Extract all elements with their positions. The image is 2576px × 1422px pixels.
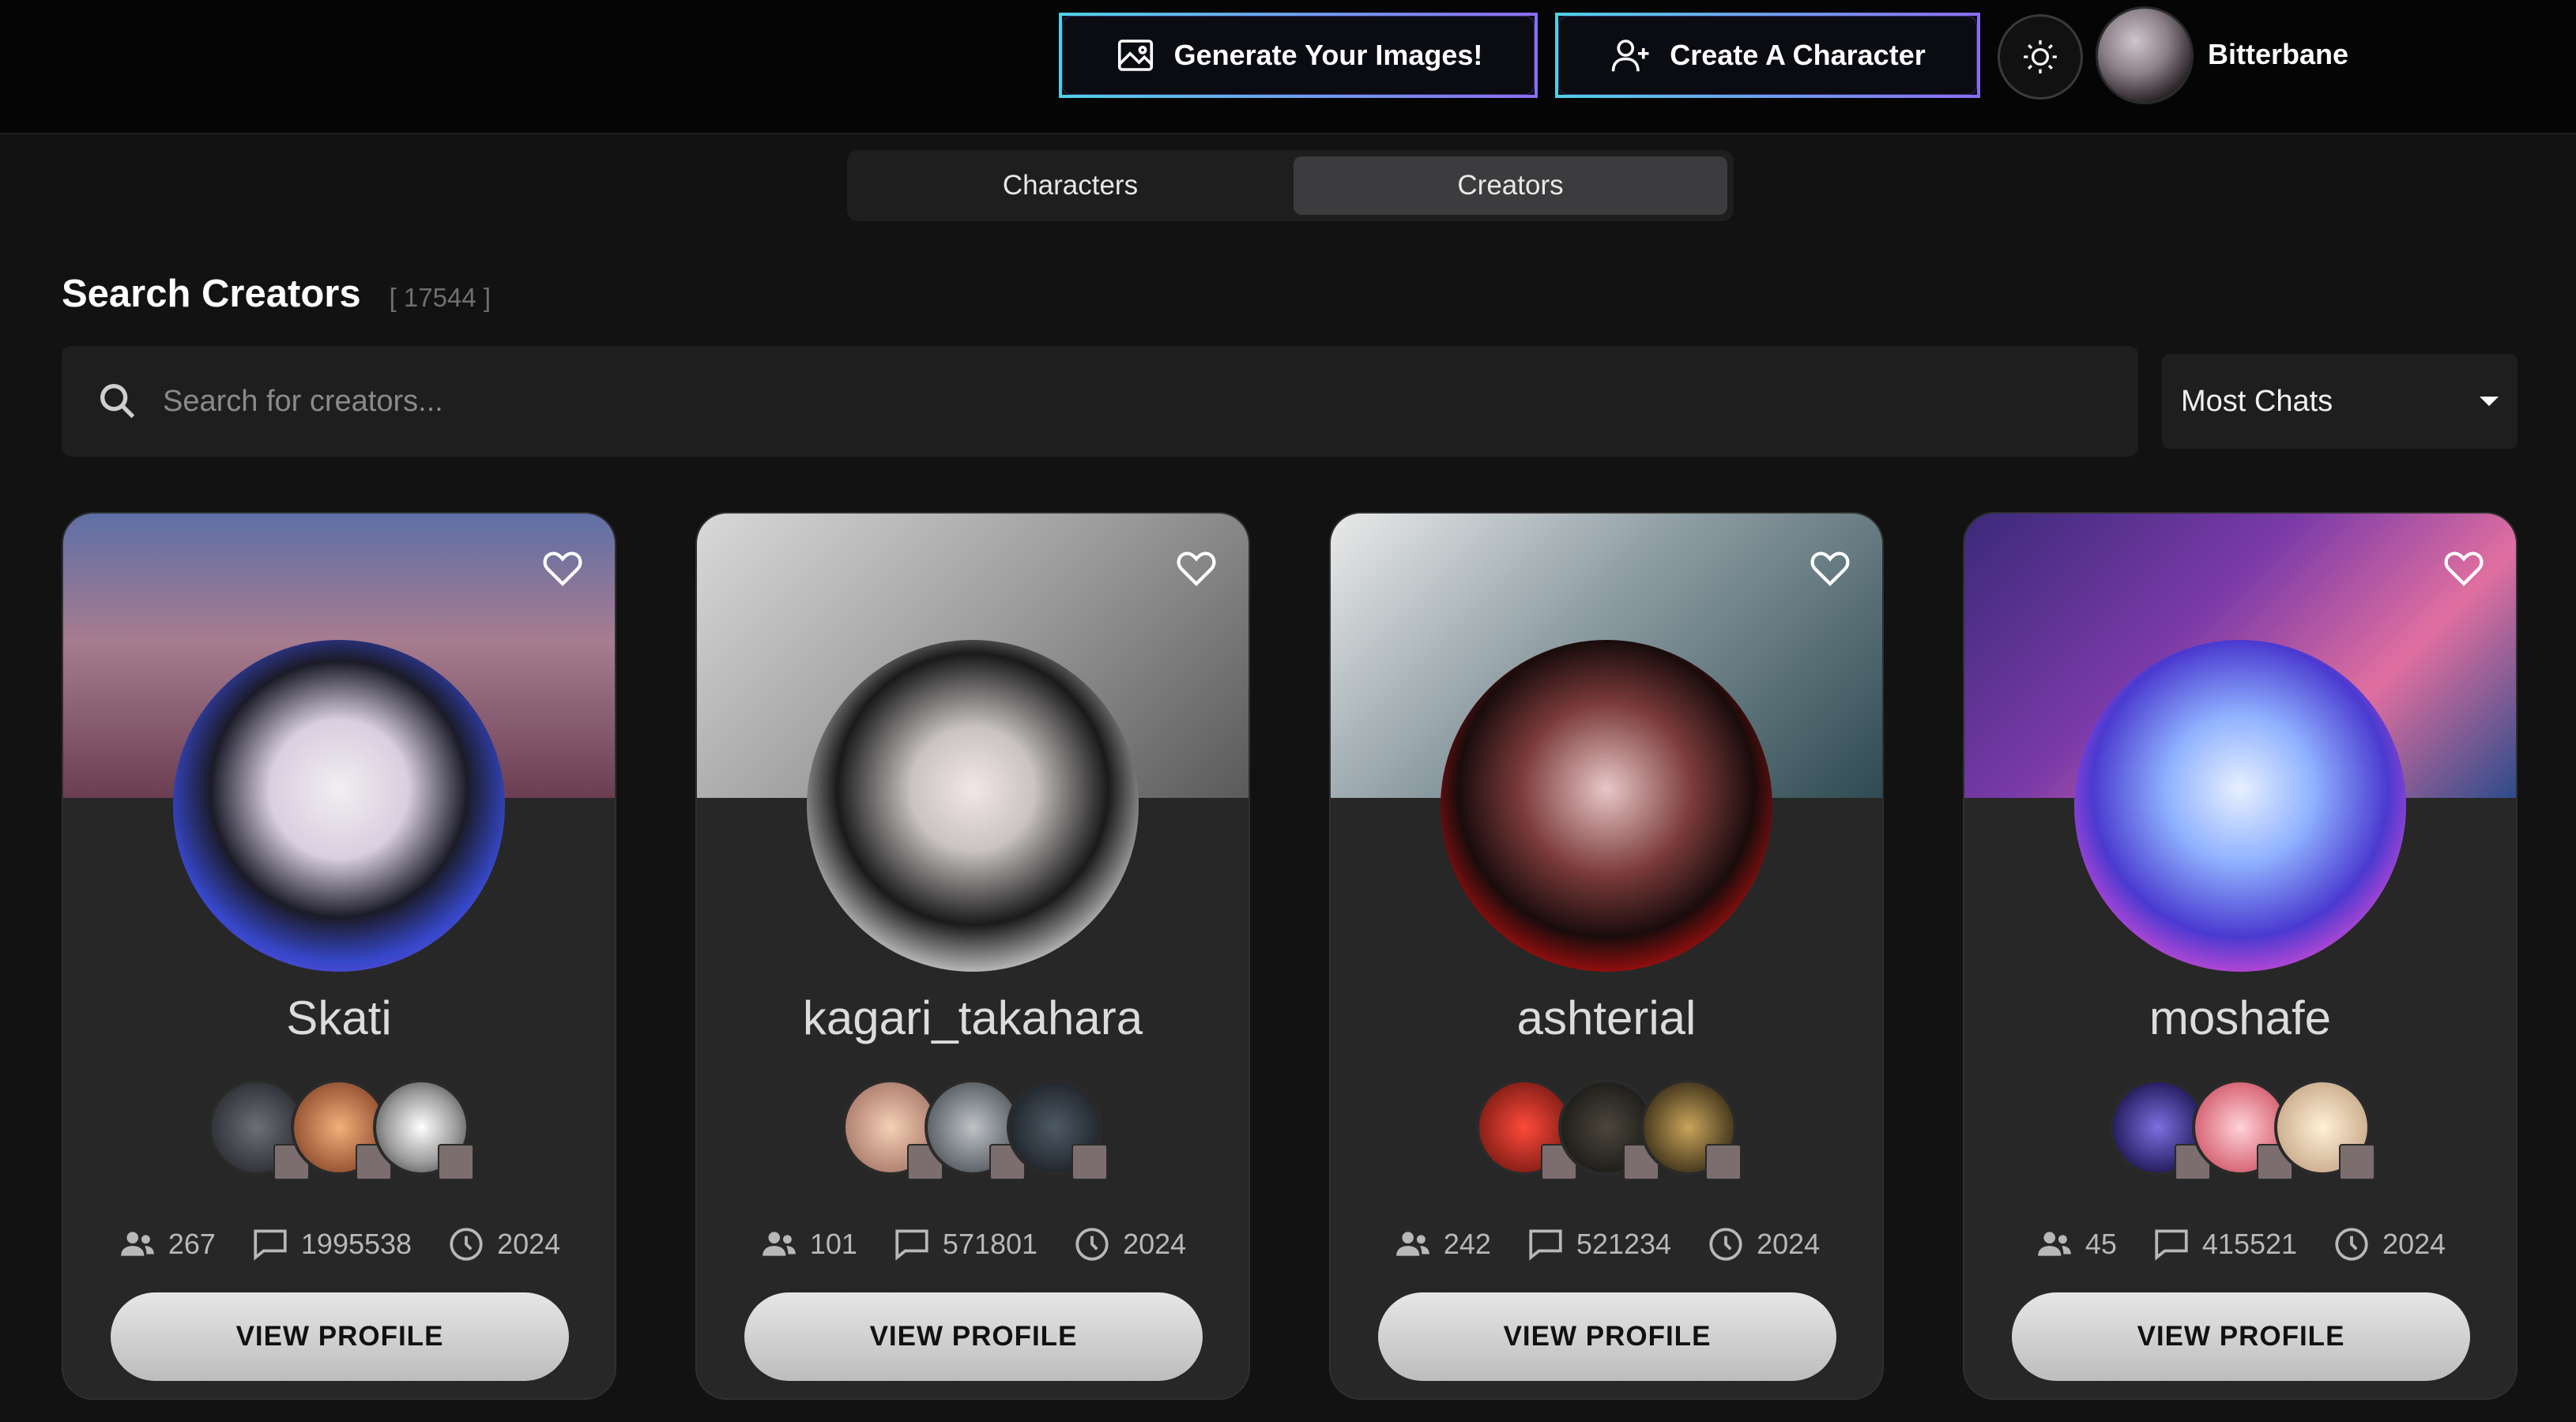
chats-count: 415521 [2201, 1228, 2298, 1260]
creator-stats: 101 571801 2024 [697, 1224, 1248, 1264]
tab-creators[interactable]: Creators [1294, 156, 1727, 215]
search-bar [62, 346, 2138, 457]
creator-avatar[interactable] [1441, 640, 1772, 972]
heart-icon[interactable] [540, 545, 585, 589]
year-stat: 2024 [1706, 1224, 1820, 1264]
chat-icon [254, 1229, 287, 1261]
year-stat: 2024 [1072, 1224, 1186, 1264]
mode-tabs: Characters Creators [847, 150, 1734, 221]
followers-stat: 267 [118, 1224, 216, 1264]
year-value: 2024 [2382, 1228, 2446, 1260]
character-thumbnail[interactable] [1007, 1079, 1108, 1180]
chats-stat: 571801 [892, 1224, 1038, 1264]
clock-icon [1709, 1228, 1742, 1261]
sort-dropdown[interactable]: Most Chats [2162, 354, 2518, 449]
heart-icon[interactable] [1174, 545, 1218, 589]
creator-card: kagari_takahara 101 571801 2024 VIEW PRO… [695, 512, 1250, 1400]
chats-count: 1995538 [300, 1228, 412, 1260]
view-profile-button[interactable]: VIEW PROFILE [1378, 1292, 1836, 1381]
image-icon [1117, 40, 1153, 71]
creator-name: moshafe [2149, 991, 2332, 1044]
followers-stat: 242 [1393, 1224, 1491, 1264]
character-thumbnail[interactable] [2274, 1079, 2375, 1180]
followers-count: 45 [2085, 1228, 2117, 1260]
chats-stat: 521234 [1526, 1224, 1671, 1264]
user-avatar[interactable] [2096, 6, 2194, 104]
character-previews [1476, 1079, 1742, 1180]
creator-card: moshafe 45 415521 2024 VIEW PROFILE [1963, 512, 2518, 1400]
view-profile-button[interactable]: VIEW PROFILE [744, 1292, 1203, 1381]
page-title: Search Creators [62, 273, 361, 315]
followers-stat: 101 [759, 1224, 857, 1264]
creator-count: [ 17544 ] [389, 283, 491, 312]
generate-images-label: Generate Your Images! [1173, 39, 1483, 71]
tab-characters[interactable]: Characters [853, 156, 1287, 215]
search-icon [100, 384, 135, 419]
creator-name: ashterial [1516, 991, 1697, 1044]
people-icon [1396, 1232, 1429, 1256]
year-stat: 2024 [2332, 1224, 2446, 1264]
year-value: 2024 [1123, 1228, 1187, 1260]
people-icon [2038, 1232, 2071, 1256]
chat-icon [1529, 1229, 1562, 1261]
view-profile-button[interactable]: VIEW PROFILE [111, 1292, 569, 1381]
user-name[interactable]: Bitterbane [2208, 38, 2348, 71]
year-value: 2024 [1757, 1228, 1821, 1260]
view-profile-button[interactable]: VIEW PROFILE [2012, 1292, 2470, 1381]
chats-count: 521234 [1576, 1228, 1672, 1260]
chats-count: 571801 [942, 1228, 1038, 1260]
mini-thumbnail [1071, 1144, 1108, 1180]
creator-card: ashterial 242 521234 2024 VIEW PROFILE [1329, 512, 1884, 1400]
search-input[interactable] [163, 384, 2059, 419]
creator-name: Skati [286, 991, 392, 1044]
person-add-icon [1611, 40, 1649, 72]
character-previews [842, 1079, 1108, 1180]
chats-stat: 415521 [2152, 1224, 2297, 1264]
heart-icon[interactable] [2442, 545, 2486, 589]
year-value: 2024 [497, 1228, 561, 1260]
top-bar: Generate Your Images! Create A Character… [0, 0, 2576, 134]
followers-stat: 45 [2035, 1224, 2117, 1264]
creator-avatar[interactable] [807, 640, 1139, 972]
year-stat: 2024 [446, 1224, 560, 1264]
generate-images-button[interactable]: Generate Your Images! [1059, 13, 1538, 98]
creator-avatar[interactable] [2074, 640, 2406, 972]
heart-icon[interactable] [1808, 545, 1852, 589]
create-character-label: Create A Character [1670, 39, 1926, 71]
sun-icon [2024, 40, 2057, 73]
chat-icon [895, 1229, 928, 1261]
followers-count: 101 [809, 1228, 857, 1260]
creator-stats: 267 1995538 2024 [63, 1224, 615, 1264]
character-thumbnail[interactable] [373, 1079, 474, 1180]
creator-name: kagari_takahara [802, 991, 1143, 1044]
character-previews [2110, 1079, 2375, 1180]
people-icon [120, 1232, 154, 1256]
followers-count: 267 [168, 1228, 216, 1260]
chat-icon [2155, 1229, 2188, 1261]
people-icon [763, 1232, 796, 1256]
mini-thumbnail [1705, 1144, 1742, 1180]
mini-thumbnail [2339, 1144, 2375, 1180]
chats-stat: 1995538 [250, 1224, 412, 1264]
mini-thumbnail [438, 1144, 474, 1180]
creator-avatar[interactable] [173, 640, 505, 972]
app-root: Generate Your Images! Create A Character… [0, 0, 2576, 1422]
search-heading: Search Creators [ 17544 ] [62, 272, 491, 316]
theme-toggle-button[interactable] [1998, 14, 2083, 100]
sort-value: Most Chats [2181, 384, 2333, 418]
create-character-button[interactable]: Create A Character [1555, 13, 1980, 98]
chevron-down-icon [2480, 397, 2499, 406]
clock-icon [450, 1228, 483, 1261]
creator-card: Skati 267 1995538 2024 VIEW PROFILE [62, 512, 616, 1400]
character-previews [209, 1079, 474, 1180]
character-thumbnail[interactable] [1640, 1079, 1742, 1180]
creator-stats: 45 415521 2024 [1964, 1224, 2516, 1264]
followers-count: 242 [1443, 1228, 1491, 1260]
creator-stats: 242 521234 2024 [1331, 1224, 1882, 1264]
clock-icon [2335, 1228, 2368, 1261]
clock-icon [1075, 1228, 1109, 1261]
